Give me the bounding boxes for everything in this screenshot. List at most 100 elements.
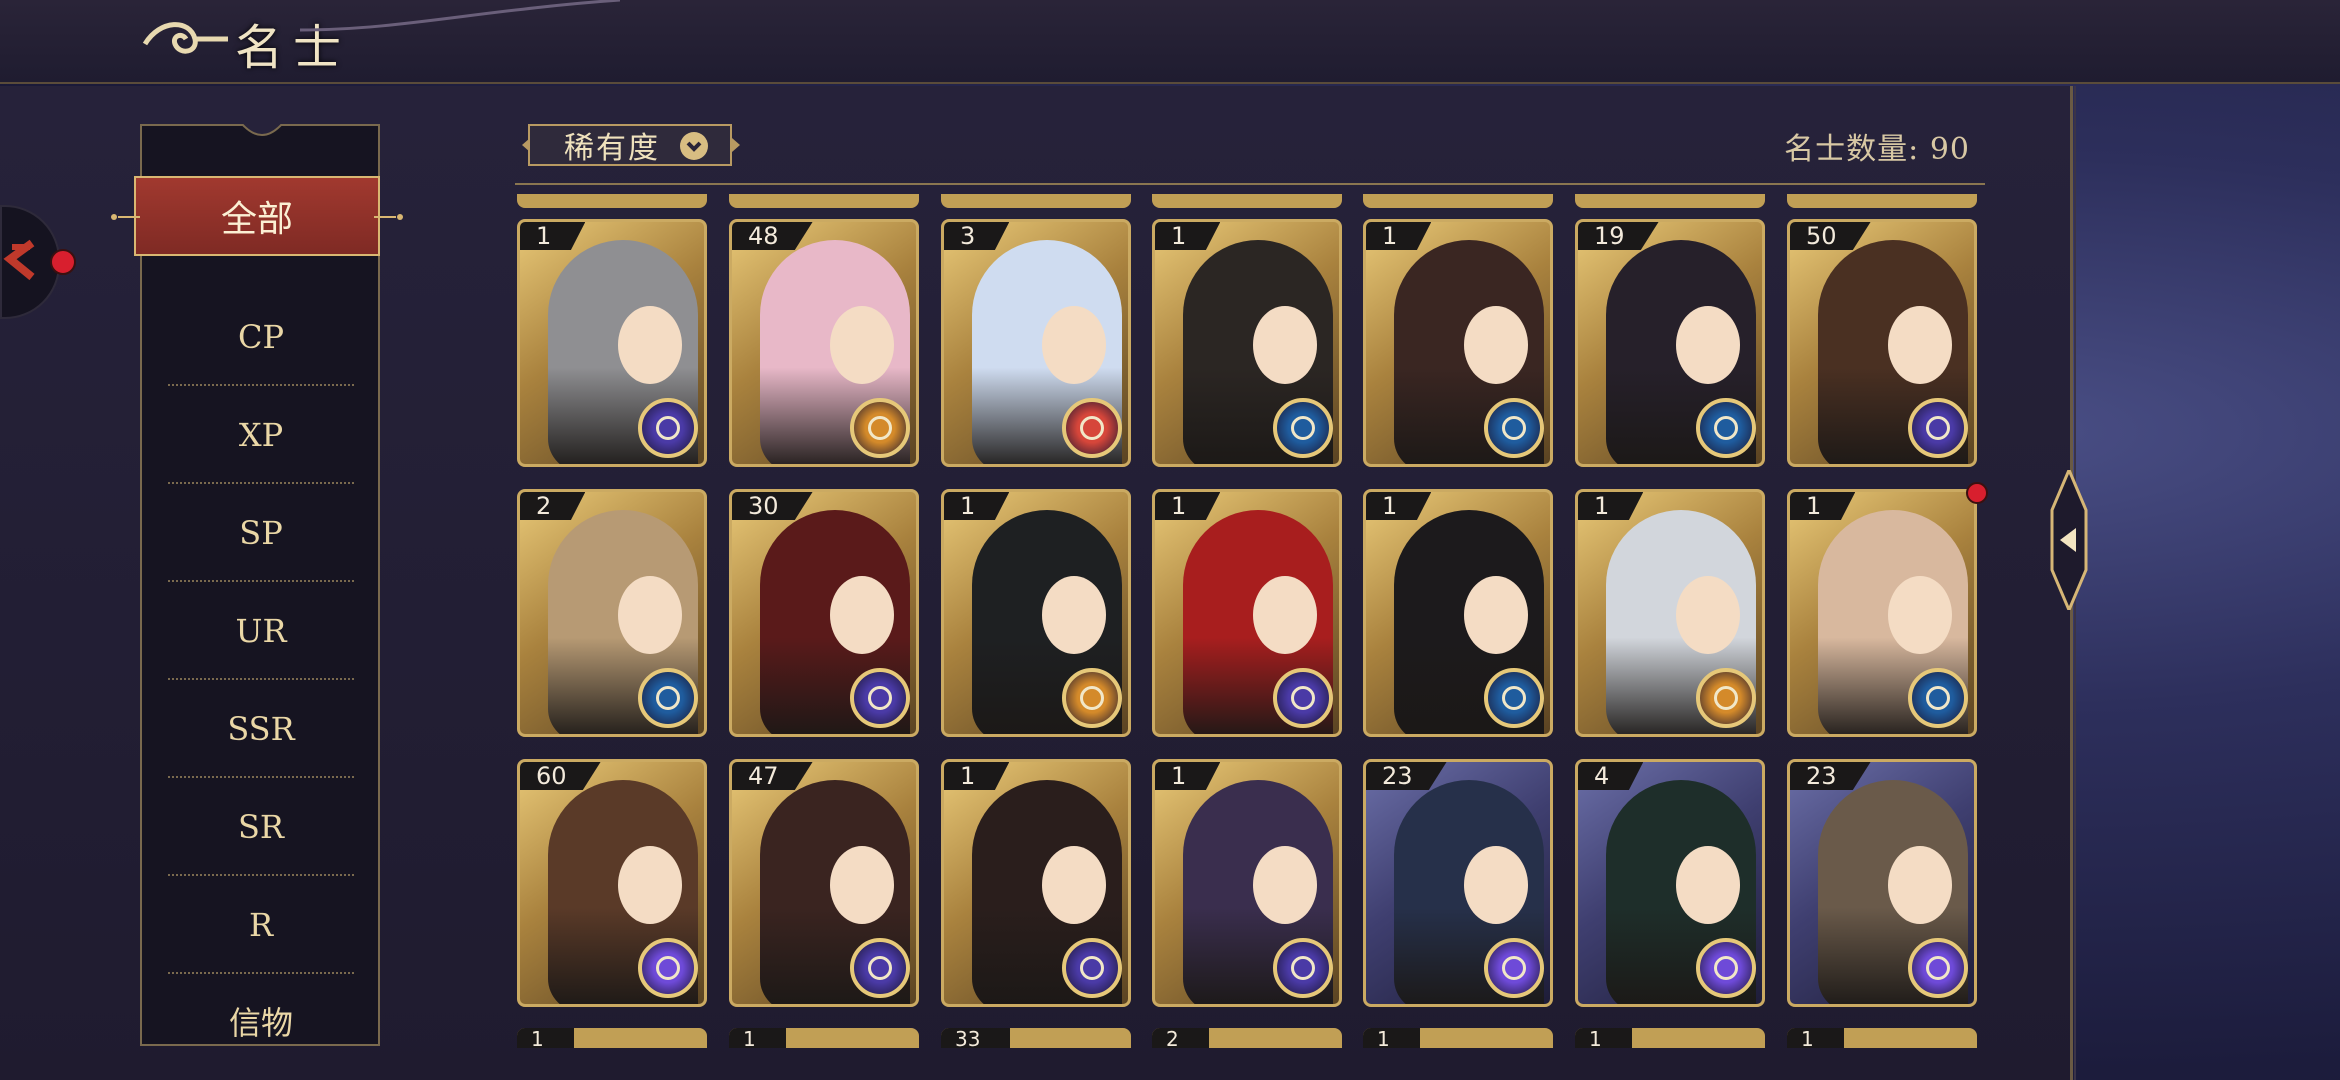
partial-card-bottom[interactable]: 33: [941, 1028, 1131, 1048]
faction-badge-icon: [850, 668, 910, 728]
hero-level: 1: [944, 762, 1010, 790]
hero-face: [1888, 306, 1952, 384]
hero-card[interactable]: 1: [517, 219, 707, 467]
sidebar-item-label: SP: [239, 514, 283, 552]
expand-panel-handle[interactable]: [2046, 470, 2092, 610]
hero-level: 1: [1155, 762, 1221, 790]
filter-right-ornament: [732, 138, 740, 152]
hero-face: [1676, 306, 1740, 384]
partial-card-top[interactable]: [1152, 194, 1342, 208]
partial-card-bottom[interactable]: 2: [1152, 1028, 1342, 1048]
cloud-ornament-icon: [142, 22, 228, 54]
hero-card[interactable]: 47: [729, 759, 919, 1007]
hero-level: 19: [1578, 222, 1659, 250]
hero-card[interactable]: 60: [517, 759, 707, 1007]
faction-badge-icon: [1273, 938, 1333, 998]
hero-face: [1042, 306, 1106, 384]
hero-level: 1: [1363, 1028, 1420, 1048]
hero-face: [1464, 576, 1528, 654]
hero-level: 1: [729, 1028, 786, 1048]
faction-badge-icon: [1696, 668, 1756, 728]
hero-level: 1: [1787, 1028, 1844, 1048]
top-bar: 名士: [0, 0, 2340, 84]
faction-badge-icon: [1484, 668, 1544, 728]
hero-face: [1253, 846, 1317, 924]
partial-card-top[interactable]: [517, 194, 707, 208]
hero-face: [1042, 846, 1106, 924]
hero-card[interactable]: 48: [729, 219, 919, 467]
filter-label: 稀有度: [564, 131, 660, 166]
hero-level: 1: [1366, 222, 1432, 250]
return-arrow-icon: [3, 239, 35, 281]
hero-card[interactable]: 50: [1787, 219, 1977, 467]
hero-card[interactable]: 4: [1575, 759, 1765, 1007]
hero-card[interactable]: 23: [1363, 759, 1553, 1007]
sidebar-item-cp[interactable]: CP: [168, 288, 354, 386]
left-dots-ornament: [111, 214, 140, 220]
sidebar-item-token[interactable]: 信物: [168, 972, 354, 1070]
hero-face: [1888, 846, 1952, 924]
sidebar-item-all[interactable]: 全部: [111, 176, 403, 256]
partial-card-bottom[interactable]: 1: [729, 1028, 919, 1048]
card-notification-dot: [1966, 482, 1988, 504]
right-dots-ornament: [374, 214, 403, 220]
sidebar-item-label: UR: [235, 612, 287, 650]
hero-level: 1: [1578, 492, 1644, 520]
hero-level: 1: [1155, 492, 1221, 520]
hero-card[interactable]: 1: [1575, 489, 1765, 737]
sidebar-item-label: 信物: [228, 1004, 293, 1042]
hero-card[interactable]: 1: [1152, 759, 1342, 1007]
hero-card[interactable]: 1: [941, 489, 1131, 737]
hero-face: [1464, 846, 1528, 924]
hero-card[interactable]: 1: [1152, 219, 1342, 467]
rarity-filter-dropdown[interactable]: 稀有度: [528, 124, 732, 166]
sidebar-item-label: SR: [237, 808, 284, 846]
hero-level: 1: [520, 222, 586, 250]
hero-card[interactable]: 23: [1787, 759, 1977, 1007]
hero-card[interactable]: 1: [1363, 489, 1553, 737]
hero-card[interactable]: 1: [1152, 489, 1342, 737]
hero-face: [1253, 576, 1317, 654]
partial-card-bottom[interactable]: 1: [1575, 1028, 1765, 1048]
partial-card-top[interactable]: [1787, 194, 1977, 208]
hero-level: 1: [1155, 222, 1221, 250]
faction-badge-icon: [638, 938, 698, 998]
hero-card[interactable]: 2: [517, 489, 707, 737]
faction-badge-icon: [1273, 668, 1333, 728]
partial-card-bottom[interactable]: 1: [517, 1028, 707, 1048]
hero-card[interactable]: 1: [1787, 489, 1977, 737]
sidebar-item-ssr[interactable]: SSR: [168, 680, 354, 778]
hero-face: [830, 576, 894, 654]
partial-card-top[interactable]: [1363, 194, 1553, 208]
faction-badge-icon: [1908, 668, 1968, 728]
partial-card-top[interactable]: [729, 194, 919, 208]
hero-card[interactable]: 1: [1363, 219, 1553, 467]
hero-face: [1464, 306, 1528, 384]
sidebar-item-ur[interactable]: UR: [168, 582, 354, 680]
hero-level: 1: [1366, 492, 1432, 520]
faction-badge-icon: [1062, 668, 1122, 728]
sidebar-item-label: R: [248, 906, 274, 944]
hero-card[interactable]: 3: [941, 219, 1131, 467]
hero-card-grid: 1 48 3 1 1 19 50 2 30 1 1 1 1 1 60 47 1 1 23 4 23 1 1 33 2 1 1 1: [517, 194, 1977, 1048]
sidebar-item-sr[interactable]: SR: [168, 778, 354, 876]
faction-badge-icon: [1484, 398, 1544, 458]
partial-card-bottom[interactable]: 1: [1787, 1028, 1977, 1048]
hero-level: 1: [944, 492, 1010, 520]
hero-level: 4: [1578, 762, 1644, 790]
hero-card[interactable]: 1: [941, 759, 1131, 1007]
hero-level: 2: [1152, 1028, 1209, 1048]
hero-face: [1253, 306, 1317, 384]
sidebar-item-sp[interactable]: SP: [168, 484, 354, 582]
partial-card-bottom[interactable]: 1: [1363, 1028, 1553, 1048]
hero-level: 2: [520, 492, 586, 520]
partial-card-top[interactable]: [941, 194, 1131, 208]
filter-left-ornament: [522, 138, 530, 152]
sidebar-item-xp[interactable]: XP: [168, 386, 354, 484]
faction-badge-icon: [638, 668, 698, 728]
partial-card-top[interactable]: [1575, 194, 1765, 208]
sidebar-item-r[interactable]: R: [168, 876, 354, 974]
hero-card[interactable]: 19: [1575, 219, 1765, 467]
hero-face: [1676, 576, 1740, 654]
hero-card[interactable]: 30: [729, 489, 919, 737]
